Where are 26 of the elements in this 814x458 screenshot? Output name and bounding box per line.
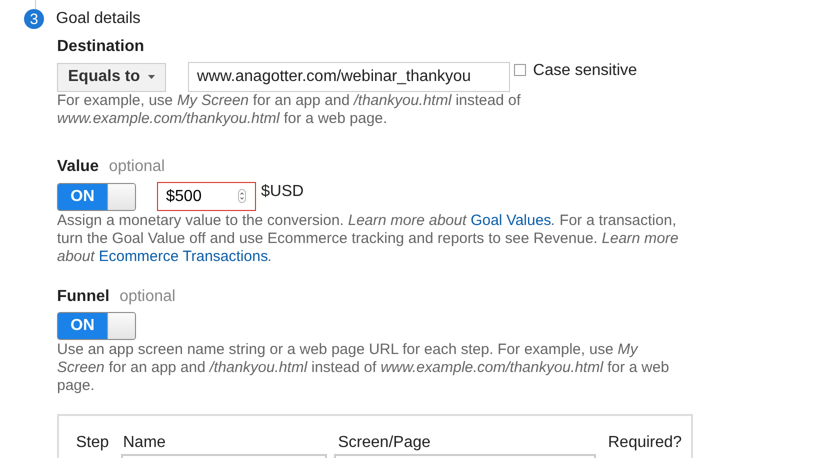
match-type-dropdown[interactable]: Equals to: [57, 62, 166, 92]
toggle-switch[interactable]: ON: [57, 312, 136, 340]
optional-hint: optional: [108, 158, 165, 176]
field-label: Value: [57, 158, 99, 176]
currency-label: $USD: [261, 183, 304, 201]
help-text: Assign a monetary value to the conversion. Learn more about Goal Values. For a transaction, turn the Goal Value off and use Ecommerce tracking and reports to see Revenue. Learn more about Ecommerce Transactions.: [57, 212, 680, 266]
column-header: Required?: [608, 434, 682, 452]
help-link[interactable]: Goal Values: [470, 212, 552, 229]
field-label: Destination: [57, 38, 146, 56]
section-title: Goal details: [56, 10, 140, 28]
caret-icon: [148, 75, 156, 79]
column-header: Name: [123, 434, 166, 452]
help-text: Use an app screen name string or a web page URL for each step. For example, use My Screen for an app and /thankyou.html instead of www.example.com/thankyou.html for a web page.: [57, 341, 670, 395]
column-header: Step: [76, 434, 109, 452]
column-header: Screen/Page: [338, 434, 431, 452]
field-label: Funnel: [57, 288, 110, 306]
checkbox-label: Case sensitive: [533, 62, 638, 80]
help-link[interactable]: Ecommerce Transactions: [98, 248, 268, 265]
checkbox[interactable]: [514, 64, 526, 76]
spinner-icon[interactable]: [238, 189, 246, 203]
help-text: For example, use My Screen for an app and /thankyou.html instead of www.example.com/thankyou.html for a web page.: [57, 92, 522, 128]
toggle-switch[interactable]: ON: [57, 182, 136, 210]
value-field[interactable]: $500: [157, 182, 256, 211]
step-number: 3: [24, 9, 44, 29]
optional-hint: optional: [119, 288, 176, 306]
destination-field[interactable]: www.anagotter.com/webinar_thankyou: [188, 62, 510, 92]
